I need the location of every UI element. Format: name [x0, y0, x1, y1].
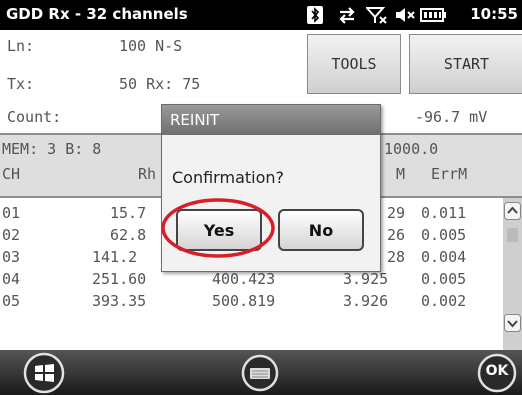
col-header-rh: Rh [138, 165, 157, 183]
no-button[interactable]: No [278, 209, 364, 251]
cell-rh: 393.35 [92, 292, 147, 310]
cell-mid: 400.423 [212, 270, 276, 288]
mem-info: MEM: 3 B: 8 [2, 140, 102, 158]
clock: 10:55 [470, 5, 518, 23]
table-row[interactable]: 05 393.35 500.819 3.926 0.002 [0, 292, 500, 314]
keyboard-icon[interactable] [240, 354, 280, 392]
bottom-bar: OK [0, 350, 522, 395]
tx-label: Tx: [7, 75, 35, 93]
scroll-thumb[interactable] [507, 228, 518, 242]
cell-ch: 02 [2, 226, 21, 244]
cell-m: 29 [387, 204, 406, 222]
bluetooth-icon [307, 6, 323, 24]
data-sync-icon [339, 7, 355, 24]
cell-rh: 15.7 [110, 204, 147, 222]
signal-off-icon [366, 7, 387, 24]
cell-errm: 0.002 [421, 292, 467, 310]
cell-ch: 04 [2, 270, 21, 288]
tools-button[interactable]: TOOLS [307, 34, 401, 94]
cell-errm: 0.004 [421, 248, 467, 266]
cell-m: 26 [387, 226, 406, 244]
table-row[interactable]: 04 251.60 400.423 3.925 0.005 [0, 270, 500, 292]
tx-value: 50 Rx: 75 [119, 75, 201, 93]
scroll-up-icon[interactable] [504, 202, 521, 220]
status-bar: GDD Rx - 32 channels 10:55 [0, 0, 522, 30]
cell-errm: 0.005 [421, 226, 467, 244]
start-button[interactable]: START [409, 34, 522, 94]
battery-icon [420, 8, 446, 22]
cell-mid: 500.819 [212, 292, 276, 310]
cell-errm: 0.011 [421, 204, 467, 222]
cell-m: 3.925 [343, 270, 389, 288]
cell-rh: 251.60 [92, 270, 147, 288]
cell-rh: 141.2 [92, 248, 138, 266]
count-label: Count: [7, 108, 62, 126]
ok-button-label[interactable]: OK [475, 363, 519, 379]
col-header-ch: CH [2, 165, 21, 183]
windows-start-icon[interactable] [23, 352, 65, 394]
ln-label: Ln: [7, 37, 35, 55]
cell-ch: 01 [2, 204, 21, 222]
col-header-errm: ErrM [431, 165, 468, 183]
voltage-readout: -96.7 mV [415, 108, 488, 126]
cell-m: 28 [387, 248, 406, 266]
dialog-header: REINIT [162, 105, 380, 135]
dialog-title: REINIT [170, 111, 220, 129]
table-scrollbar[interactable] [503, 198, 522, 350]
col-header-m: M [396, 165, 406, 183]
dialog-message: Confirmation? [172, 168, 285, 187]
cell-m: 3.926 [343, 292, 389, 310]
scroll-down-icon[interactable] [504, 314, 521, 332]
cell-ch: 05 [2, 292, 21, 310]
yes-button[interactable]: Yes [176, 209, 262, 251]
app-title: GDD Rx - 32 channels [6, 5, 188, 23]
volume-muted-icon [396, 8, 415, 22]
cell-errm: 0.005 [421, 270, 467, 288]
cell-rh: 62.8 [110, 226, 147, 244]
cell-ch: 03 [2, 248, 21, 266]
ln-value: 100 N-S [119, 37, 183, 55]
mem-value: 1000.0 [384, 140, 439, 158]
reinit-dialog: REINIT Confirmation? Yes No [161, 104, 381, 272]
